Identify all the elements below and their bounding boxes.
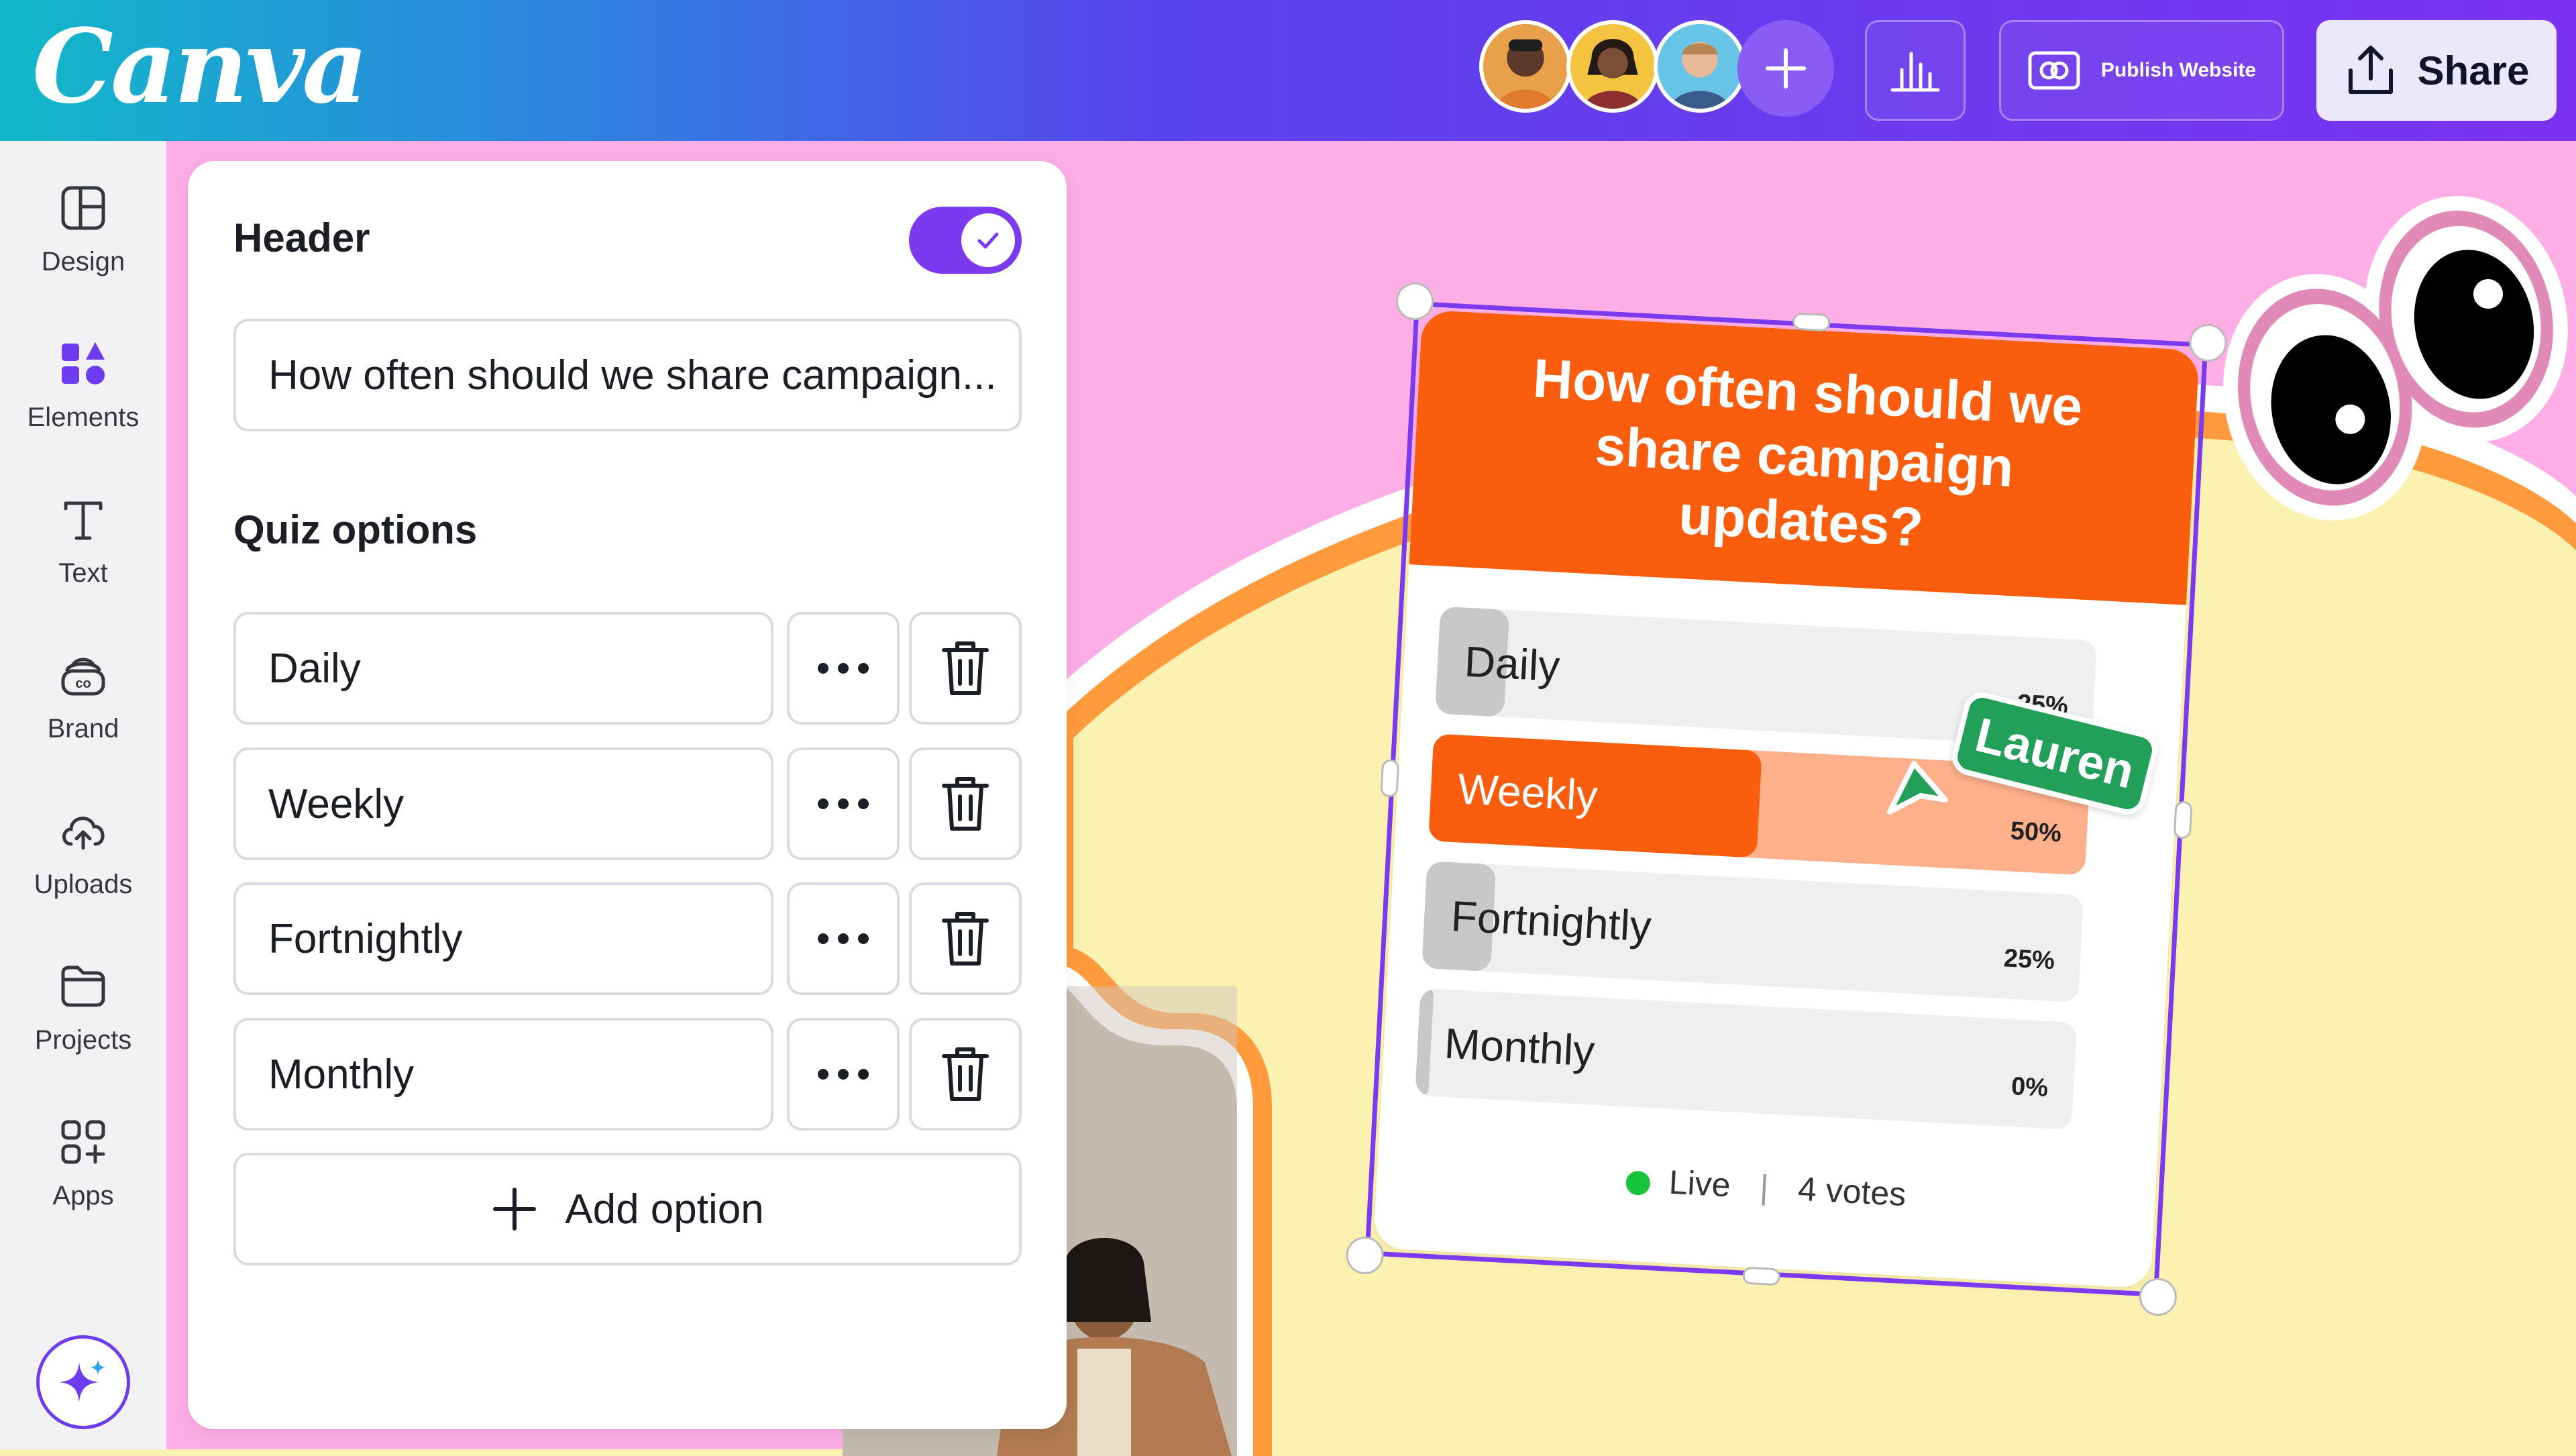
share-upload-icon bbox=[2348, 46, 2393, 94]
more-dots-icon bbox=[818, 933, 869, 944]
brand-icon: co bbox=[61, 658, 105, 696]
trash-icon bbox=[942, 641, 989, 695]
sidebar-item-apps[interactable]: Apps bbox=[0, 1102, 166, 1236]
googly-eyes-sticker[interactable] bbox=[2210, 181, 2576, 530]
quiz-option-input-monthly[interactable]: Monthly bbox=[233, 1018, 773, 1131]
option-more-button[interactable] bbox=[787, 612, 900, 725]
trash-icon bbox=[942, 912, 989, 966]
sidebar-item-label: Uploads bbox=[34, 870, 133, 899]
quiz-option-input-weekly[interactable]: Weekly bbox=[233, 747, 773, 860]
insights-button[interactable] bbox=[1865, 20, 1966, 121]
sidebar-item-label: Text bbox=[58, 558, 108, 588]
folder-icon bbox=[61, 966, 105, 1007]
quiz-edit-panel: Header How often should we share campaig… bbox=[188, 161, 1067, 1429]
sidebar-item-label: Brand bbox=[47, 714, 119, 743]
sidebar: Design Elements Text co Brand Uploads Pr… bbox=[0, 141, 166, 1449]
avatar[interactable] bbox=[1566, 20, 1659, 113]
quiz-option-input-daily[interactable]: Daily bbox=[233, 612, 773, 725]
share-label: Share bbox=[2417, 48, 2530, 93]
sidebar-item-design[interactable]: Design bbox=[0, 168, 166, 302]
avatar[interactable] bbox=[1479, 20, 1572, 113]
header-text-input[interactable]: How often should we share campaign... bbox=[233, 319, 1022, 431]
cloud-upload-icon bbox=[62, 817, 105, 850]
top-bar: Canva Publish Website Share bbox=[0, 0, 2576, 141]
option-delete-button[interactable] bbox=[909, 747, 1022, 860]
text-icon bbox=[64, 501, 103, 540]
website-icon bbox=[2028, 51, 2080, 90]
trash-icon bbox=[942, 777, 989, 831]
sidebar-item-brand[interactable]: co Brand bbox=[0, 635, 166, 769]
sidebar-item-label: Design bbox=[41, 247, 125, 276]
more-dots-icon bbox=[818, 1069, 869, 1080]
option-delete-button[interactable] bbox=[909, 1018, 1022, 1131]
sidebar-item-text[interactable]: Text bbox=[0, 479, 166, 613]
checkmark-icon bbox=[977, 232, 999, 249]
collaborator-cursor-icon bbox=[1887, 761, 1948, 815]
header-section-title: Header bbox=[233, 215, 370, 260]
option-more-button[interactable] bbox=[787, 882, 900, 995]
layout-icon bbox=[61, 186, 105, 230]
svg-text:co: co bbox=[75, 676, 91, 691]
sidebar-item-label: Elements bbox=[27, 403, 140, 432]
bar-chart-icon bbox=[1890, 52, 1940, 92]
sidebar-item-projects[interactable]: Projects bbox=[0, 946, 166, 1080]
option-delete-button[interactable] bbox=[909, 882, 1022, 995]
resize-handle[interactable] bbox=[1742, 1266, 1781, 1286]
sidebar-item-label: Apps bbox=[52, 1181, 114, 1210]
sidebar-item-elements[interactable]: Elements bbox=[0, 323, 166, 458]
plus-icon bbox=[1766, 48, 1806, 89]
trash-icon bbox=[942, 1047, 989, 1101]
publish-website-button[interactable]: Publish Website bbox=[1999, 20, 2284, 121]
option-more-button[interactable] bbox=[787, 747, 900, 860]
resize-handle[interactable] bbox=[1380, 759, 1400, 798]
resize-handle[interactable] bbox=[1792, 312, 1831, 332]
add-option-label: Add option bbox=[565, 1186, 764, 1233]
avatar[interactable] bbox=[1654, 20, 1746, 113]
sidebar-item-uploads[interactable]: Uploads bbox=[0, 790, 166, 925]
share-button[interactable]: Share bbox=[2316, 20, 2557, 121]
option-delete-button[interactable] bbox=[909, 612, 1022, 725]
resize-handle[interactable] bbox=[2173, 800, 2193, 839]
sparkle-icon bbox=[59, 1359, 106, 1402]
add-option-button[interactable]: Add option bbox=[233, 1153, 1022, 1265]
magic-assistant-button[interactable] bbox=[36, 1335, 130, 1429]
more-dots-icon bbox=[818, 798, 869, 809]
option-more-button[interactable] bbox=[787, 1018, 900, 1131]
quiz-options-title: Quiz options bbox=[233, 507, 478, 552]
publish-website-label: Publish Website bbox=[2100, 59, 2257, 81]
plus-icon bbox=[493, 1188, 537, 1231]
shapes-icon bbox=[62, 342, 105, 384]
sidebar-item-label: Projects bbox=[34, 1025, 132, 1055]
header-toggle[interactable] bbox=[909, 207, 1022, 274]
canva-logo[interactable]: Canva bbox=[32, 9, 368, 123]
more-dots-icon bbox=[818, 663, 869, 674]
toggle-knob bbox=[961, 213, 1015, 267]
quiz-option-input-fortnightly[interactable]: Fortnightly bbox=[233, 882, 773, 995]
apps-icon bbox=[61, 1120, 105, 1164]
add-collaborator-button[interactable] bbox=[1737, 20, 1834, 117]
